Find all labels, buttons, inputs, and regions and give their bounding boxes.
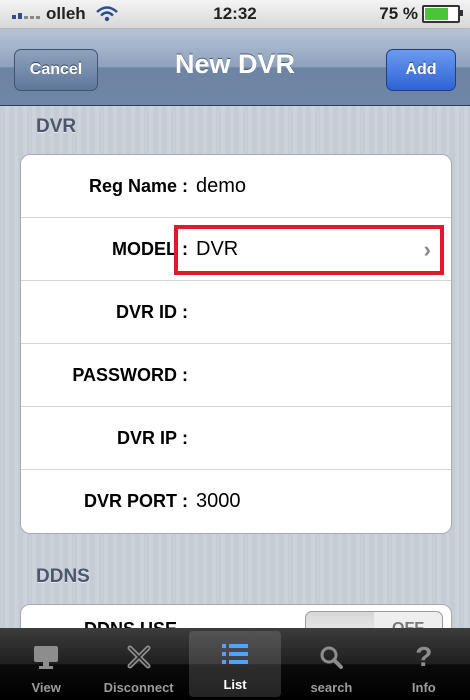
monitor-icon <box>31 642 61 672</box>
tab-label: Info <box>411 680 436 695</box>
dvr-port-row[interactable]: DVR PORT : 3000 <box>21 470 451 533</box>
section-title-dvr: DVR <box>36 116 77 137</box>
tab-label: List <box>223 677 247 692</box>
reg-name-row[interactable]: Reg Name : demo <box>21 155 451 218</box>
password-label: PASSWORD <box>72 365 177 385</box>
x-icon <box>124 642 154 672</box>
list-icon <box>220 639 250 669</box>
ddns-settings-group: DDNS USE OFF <box>20 604 452 628</box>
ddns-use-label: DDNS USE <box>21 609 177 628</box>
status-bar: olleh 12:32 75 % <box>0 0 470 29</box>
colon-separator: : <box>182 491 188 511</box>
toggle-off-label: OFF <box>374 612 442 628</box>
tab-label: View <box>31 680 61 695</box>
battery-icon <box>422 5 463 23</box>
search-icon <box>316 642 346 672</box>
tab-disconnect[interactable]: Disconnect <box>92 628 184 700</box>
tab-info[interactable]: ? Info <box>378 628 470 700</box>
dvr-port-field[interactable]: 3000 <box>196 470 241 533</box>
dvr-ip-row[interactable]: DVR IP : <box>21 407 451 470</box>
chevron-right-icon: › <box>423 237 431 262</box>
dvr-ip-label: DVR IP <box>116 428 177 448</box>
dvr-port-label: DVR PORT <box>83 491 177 511</box>
battery-percent: 75 % <box>379 4 418 23</box>
dvr-id-label: DVR ID <box>115 302 177 322</box>
add-button[interactable]: Add <box>386 49 456 91</box>
form-scroll-area[interactable]: DVR Reg Name : demo MODEL : DVR › DVR ID… <box>0 106 470 628</box>
dvr-id-row[interactable]: DVR ID : <box>21 281 451 344</box>
tab-view[interactable]: View <box>0 628 92 700</box>
colon-separator: : <box>182 302 188 322</box>
ddns-use-row: DDNS USE OFF <box>21 605 451 628</box>
reg-name-field[interactable]: demo <box>196 155 246 218</box>
colon-separator: : <box>182 365 188 385</box>
colon-separator: : <box>182 239 188 259</box>
tab-label: search <box>310 680 353 695</box>
colon-separator: : <box>182 176 188 196</box>
navigation-bar: Cancel New DVR Add <box>0 29 470 106</box>
tab-bar: View Disconnect List search ? Info <box>0 628 470 700</box>
tab-list[interactable]: List <box>188 631 282 697</box>
section-title-ddns: DDNS <box>36 566 90 587</box>
battery-indicator: 75 % <box>379 4 463 24</box>
model-row[interactable]: MODEL : DVR › <box>21 218 451 281</box>
colon-separator: : <box>182 428 188 448</box>
model-label: MODEL <box>112 239 177 259</box>
model-value[interactable]: DVR <box>196 218 238 281</box>
password-row[interactable]: PASSWORD : <box>21 344 451 407</box>
tab-search[interactable]: search <box>285 628 377 700</box>
reg-name-label: Reg Name <box>88 176 177 196</box>
question-icon: ? <box>415 641 433 672</box>
ddns-use-toggle[interactable]: OFF <box>305 611 443 628</box>
toggle-on-half <box>306 612 374 628</box>
dvr-settings-group: Reg Name : demo MODEL : DVR › DVR ID : P… <box>20 154 452 534</box>
tab-label: Disconnect <box>103 680 174 695</box>
